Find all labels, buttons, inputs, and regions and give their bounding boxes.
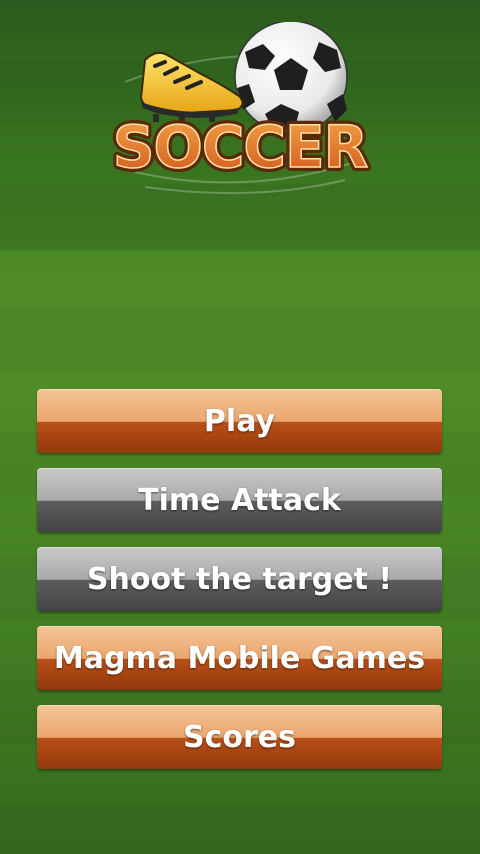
scores-button[interactable]: Scores (37, 705, 442, 769)
logo-graphic: SOCCER SOCCER (109, 20, 373, 195)
main-menu: Play Time Attack Shoot the target ! Magm… (37, 389, 442, 784)
svg-text:SOCCER: SOCCER (113, 113, 368, 181)
soccer-wordmark: SOCCER SOCCER (109, 109, 373, 185)
shoot-the-target-button[interactable]: Shoot the target ! (37, 547, 442, 611)
play-button[interactable]: Play (37, 389, 442, 453)
magma-mobile-games-button[interactable]: Magma Mobile Games (37, 626, 442, 690)
soccer-logo: SOCCER SOCCER (105, 20, 375, 202)
time-attack-button[interactable]: Time Attack (37, 468, 442, 532)
